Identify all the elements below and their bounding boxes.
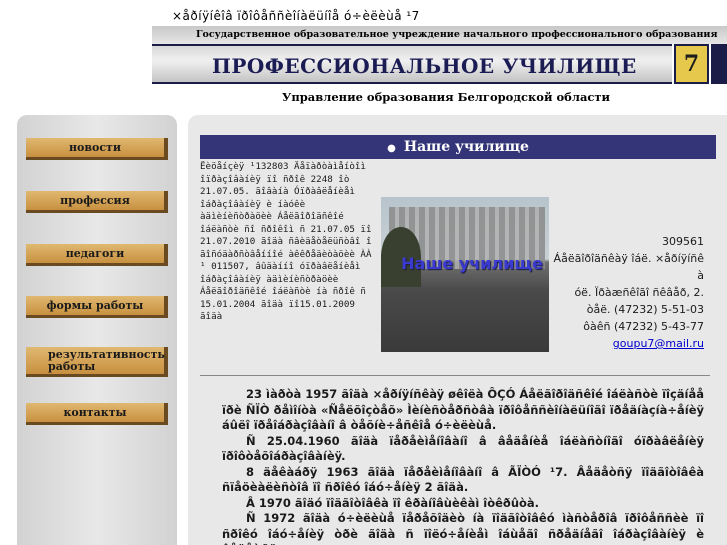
- address-region: Áåëãîðîäñêàÿ îáë. ×åðíÿíñê à: [553, 252, 704, 282]
- history-text: 23 ìàðòà 1957 ãîäà ×åðíÿíñêàÿ øêîëà ÔÇÓ …: [222, 387, 704, 545]
- nav-item-profession[interactable]: профессия: [26, 191, 168, 213]
- history-paragraph: Ñ 25.04.1960 ãîäà ïåðåèìåíîâàíî â âåäåíè…: [222, 433, 704, 464]
- header-title: ПРОФЕССИОНАЛЬНОЕ УЧИЛИЩЕ: [212, 54, 637, 78]
- school-photo: Наше училище: [381, 197, 549, 352]
- nav-item-label: формы работы: [46, 298, 144, 312]
- nav-item-news[interactable]: новости: [26, 138, 168, 160]
- nav-item-work-forms[interactable]: формы работы: [26, 296, 168, 318]
- email-link[interactable]: goupu7@mail.ru: [613, 337, 704, 350]
- content-divider: [200, 375, 710, 376]
- sidebar-nav: новости профессия педагоги формы работы …: [17, 115, 177, 545]
- header-subtitle-bar: Государственное образовательное учрежден…: [152, 26, 727, 44]
- license-text: Ëèöåíçèÿ ¹132803 Äåïàðòàìåíòîì îïðàçîâàí…: [200, 161, 372, 322]
- nav-item-label: педагоги: [65, 246, 125, 260]
- nav-item-label: профессия: [60, 193, 130, 207]
- nav-item-results[interactable]: результативность работы: [26, 347, 168, 377]
- photo-caption: Наше училище: [401, 254, 543, 273]
- region-subtitle: Управление образования Белгородской обла…: [282, 90, 611, 104]
- address-street: óë. Ïðàæñêîãî ñêâåð, 2.: [574, 286, 704, 299]
- fax-number: ôàêñ (47232) 5-43-77: [583, 320, 704, 333]
- browser-title: ×åðíÿíêîâ ïðîôåññèîíàëüíîå ó÷èëèùå ¹7: [172, 9, 420, 23]
- history-paragraph: 8 äåêàáðÿ 1963 ãîäà ïåðåèìåíîâàíî â ÃÏÒÓ…: [222, 464, 704, 495]
- header-banner: Государственное образовательное учрежден…: [152, 26, 727, 94]
- content-title-bar: ● Наше училище: [200, 135, 716, 159]
- bullet-icon: ●: [387, 143, 396, 154]
- content-title: Наше училище: [403, 139, 529, 155]
- postal-code: 309561: [662, 235, 704, 248]
- phone-number: òåë. (47232) 5-51-03: [586, 303, 704, 316]
- header-subtitle: Государственное образовательное учрежден…: [196, 29, 718, 40]
- main-content: ● Наше училище Ëèöåíçèÿ ¹132803 Äåïàðòàìå…: [188, 115, 727, 545]
- header-title-bar: ПРОФЕССИОНАЛЬНОЕ УЧИЛИЩЕ: [152, 44, 672, 84]
- nav-item-contacts[interactable]: контакты: [26, 403, 168, 425]
- history-paragraph: Ñ 1972 ãîäà ó÷èëèùå ïåðåõîäèò íà ïîäãîòî…: [222, 511, 704, 545]
- nav-item-label: новости: [68, 140, 122, 154]
- nav-item-label: контакты: [63, 405, 127, 419]
- school-number-badge: 7: [674, 44, 709, 84]
- header-edge: [711, 44, 727, 84]
- history-paragraph: Â 1970 ãîäó ïîäãîòîâêà ïî êðàíîâùèêàì îò…: [246, 495, 540, 510]
- nav-item-label: результативность работы: [48, 347, 165, 373]
- contact-address: 309561 Áåëãîðîäñêàÿ îáë. ×åðíÿíñê à óë. …: [548, 233, 704, 352]
- nav-item-teachers[interactable]: педагоги: [26, 244, 168, 266]
- history-paragraph: 23 ìàðòà 1957 ãîäà ×åðíÿíñêàÿ øêîëà ÔÇÓ …: [222, 387, 704, 432]
